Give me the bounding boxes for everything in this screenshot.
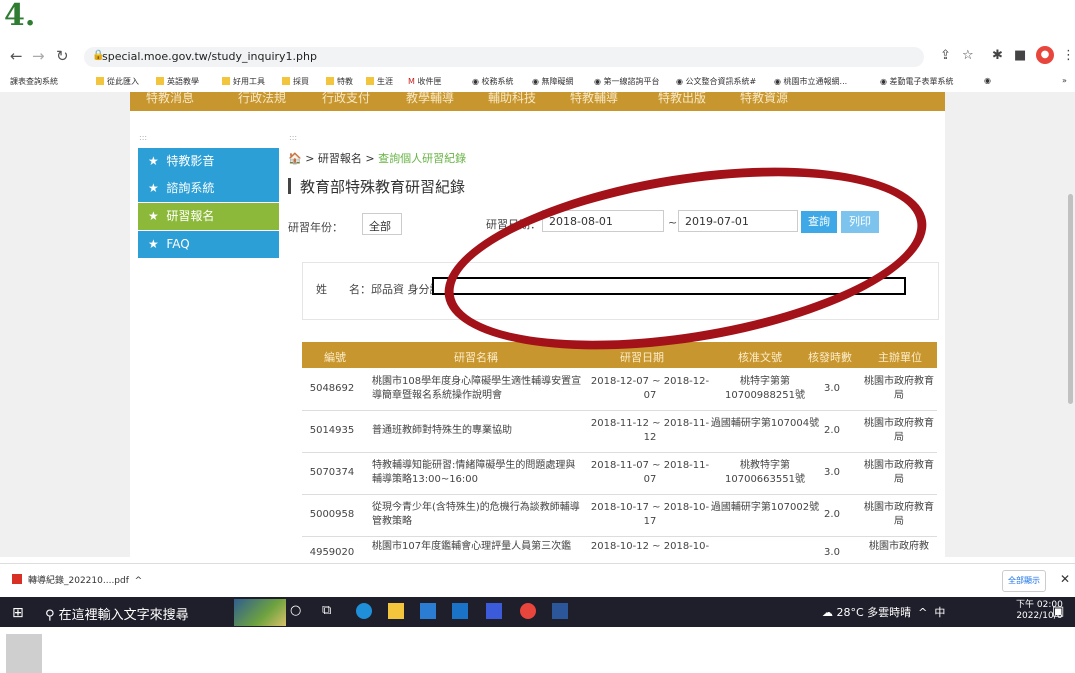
table-row: 5014935 普通班教師對特殊生的專業協助 2018-11-12 ~ 2018… [302,410,937,453]
bookmark-item[interactable]: ◉ 校務系統 [472,76,514,87]
download-item[interactable]: 轉導紀錄_202210....pdf ^ [12,573,142,586]
home-icon[interactable]: 🏠 [288,152,302,165]
taskbar-search[interactable]: ⚲ 在這裡輸入文字來搜尋 [45,604,189,623]
edge-icon[interactable] [356,603,372,619]
show-all-button[interactable]: 全部顯示 [1002,570,1046,592]
nav-item[interactable]: 特教資源 [740,92,788,106]
th-hours: 核發時數 [808,351,852,364]
nav-item[interactable]: 特教出版 [658,92,706,106]
th-org: 主辦單位 [878,351,922,364]
close-icon[interactable]: ✕ [1060,572,1070,586]
table-row: 4959020 桃園市107年度鑑輔會心理評量人員第三次鑑 2018-10-12… [309,541,929,557]
bookmark-item[interactable]: ◉ 無障礙網 [532,76,574,87]
th-id: 編號 [324,351,346,364]
profile-avatar[interactable]: ● [1036,46,1054,64]
nav-item[interactable]: 輔助科技 [488,92,536,106]
extensions-icon[interactable]: ✱ [992,48,1003,63]
bookmarks-bar: 課表查詢系統 從此匯入 英語教學 好用工具 採買 特教 生涯 M 收件匣 ◉ 校… [0,72,1075,92]
menu-icon[interactable]: ⋮ [1062,48,1075,63]
chevron-up-icon[interactable]: ^ [135,576,143,586]
name-label: 姓 名：邱品資 身分證 [316,283,441,296]
bookmark-star-icon[interactable]: ☆ [962,48,974,63]
th-name: 研習名稱 [454,351,498,364]
bookmark-item[interactable]: ◉ 第一線諮詢平台 [594,76,660,87]
sidebar-item-consult[interactable]: ★ 諮詢系統 [138,175,279,202]
share-icon[interactable]: ⇪ [940,48,951,63]
search-highlight-image [234,599,286,626]
step-number: 4. [4,0,36,33]
bookmark-item[interactable]: ◉ 差勤電子表單系統 [880,76,954,87]
bookmark-item[interactable]: 好用工具 [222,76,265,87]
nav-item[interactable]: 特教輔導 [570,92,618,106]
table-row: 5070374 特教輔導知能研習:情緒障礙學生的問題處理與輔導策略13:00~1… [302,452,937,495]
bookmark-item[interactable]: 特教 [326,76,353,87]
nav-item[interactable]: 特教消息 [146,92,194,106]
task-view-icon[interactable]: ⧉ [322,603,338,619]
site-top-nav: 特教消息 行政法規 行政支付 教學輔導 輔助科技 特教輔導 特教出版 特教資源 [130,92,945,111]
gray-block [6,634,42,673]
notification-icon[interactable]: ▣ [1052,604,1064,619]
page-title: 教育部特殊教育研習紀錄 [300,178,466,196]
th-doc: 核准文號 [738,351,782,364]
back-icon[interactable]: ← [10,47,23,65]
bookmark-item[interactable]: ◉ 公文整合資訊系統# [676,76,756,87]
mail-icon[interactable] [452,603,468,619]
bookmark-item[interactable]: 英語教學 [156,76,199,87]
table-row: 5048692 桃園市108學年度身心障礙學生適性輔導安置宣導簡章暨報名系統操作… [302,368,937,411]
download-bar [0,563,1075,598]
page-scrollbar[interactable] [1068,194,1073,404]
reload-icon[interactable]: ↻ [56,47,69,65]
year-select[interactable]: 全部 [362,213,402,235]
th-date: 研習日期 [620,351,664,364]
title-accent-bar [288,178,291,194]
sidebar-item-faq[interactable]: ★ FAQ [138,231,279,258]
bookmark-item[interactable]: 從此匯入 [96,76,139,87]
windows-start-icon[interactable]: ⊞ [12,605,24,621]
url-text[interactable]: special.moe.gov.tw/study_inquiry1.php [102,50,317,63]
bookmarks-overflow-icon[interactable]: » [1062,76,1067,85]
bookmark-item[interactable]: 採買 [282,76,309,87]
sidepanel-icon[interactable]: ■ [1014,48,1026,63]
bookmark-item[interactable]: ◉ [984,76,991,85]
bookmark-item[interactable]: 生涯 [366,76,393,87]
decor-dots: ::: [289,133,298,142]
word-icon[interactable] [552,603,568,619]
forward-icon[interactable]: → [32,47,45,65]
table-row: 5000958 從現今青少年(含特殊生)的危機行為談教師輔導管教策略 2018-… [302,494,937,537]
nav-item[interactable]: 教學輔導 [406,92,454,106]
file-explorer-icon[interactable] [388,603,404,619]
breadcrumb: 🏠 > 研習報名 > 查詢個人研習紀錄 [288,152,467,165]
bookmark-item[interactable]: M 收件匣 [408,76,441,87]
bookmark-item[interactable]: ◉ 桃園市立通報網... [774,76,847,87]
weather-widget[interactable]: ☁ 28°C 多雲時晴 ^ 中 [822,604,945,620]
bookmark-item[interactable]: 課表查詢系統 [10,76,58,87]
app-icon[interactable] [486,603,502,619]
sidebar-item-registration[interactable]: ★ 研習報名 [138,203,279,230]
year-label: 研習年份： [288,221,343,234]
store-icon[interactable] [420,603,436,619]
address-row: ← → ↻ 🔒 special.moe.gov.tw/study_inquiry… [0,44,1075,70]
sidebar-item-video[interactable]: ★ 特教影音 [138,148,279,175]
nav-item[interactable]: 行政法規 [238,92,286,106]
decor-dots: ::: [139,133,148,142]
chrome-icon[interactable] [520,603,536,619]
cortana-icon[interactable]: ○ [290,603,306,619]
pdf-icon [12,574,22,584]
nav-item[interactable]: 行政支付 [322,92,370,106]
